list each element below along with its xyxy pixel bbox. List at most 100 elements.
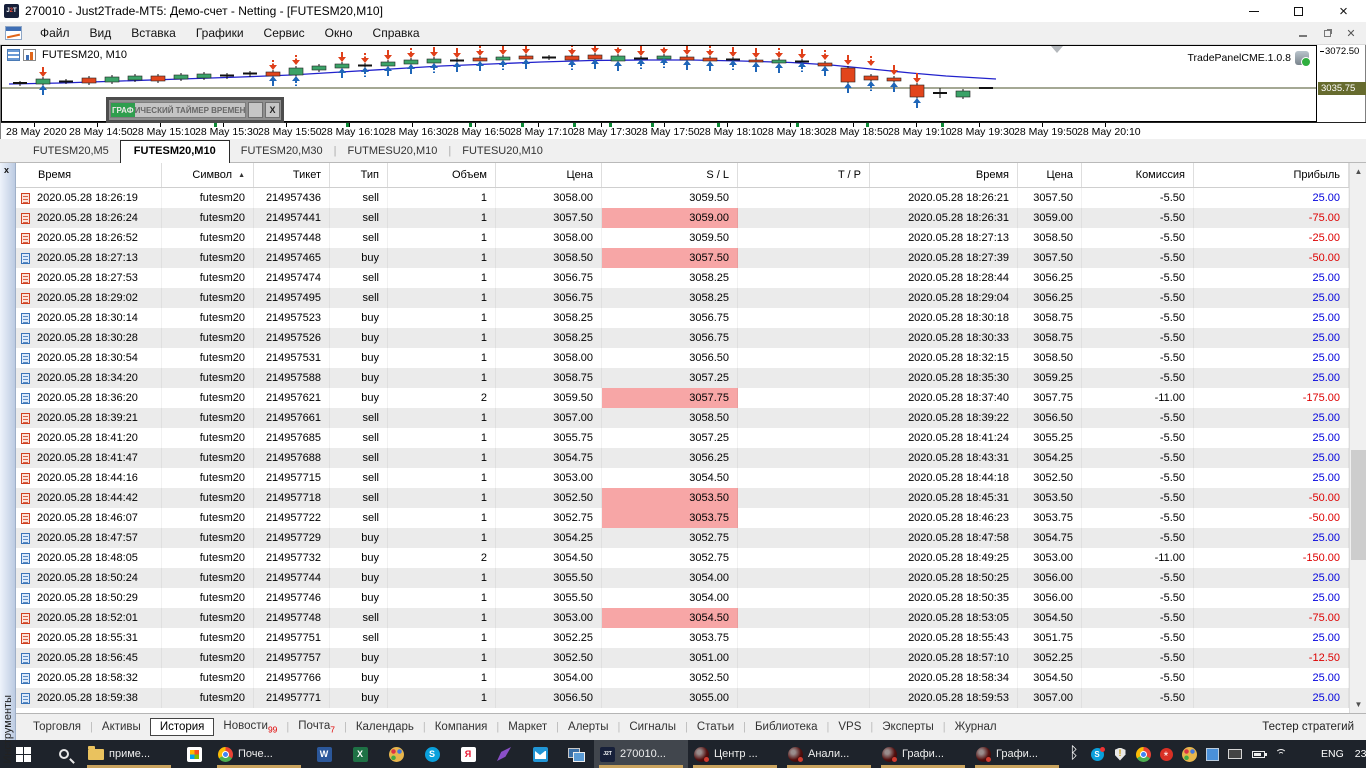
chart-area[interactable]: FUTESM20, M10 TradePanelCME.1.0.8 3072.5… <box>0 45 1366 139</box>
table-row[interactable]: 2020.05.28 18:30:28 futesm20 214957526 buy 1… <box>16 328 1349 348</box>
toolbox-close-icon[interactable]: x <box>4 166 9 175</box>
toolbox-tab-Сигналы[interactable]: Сигналы <box>620 718 685 736</box>
table-row[interactable]: 2020.05.28 18:39:21 futesm20 214957661 sell… <box>16 408 1349 428</box>
close-button[interactable]: × <box>1321 0 1366 22</box>
mdi-minimize-button[interactable] <box>1296 27 1310 39</box>
table-row[interactable]: 2020.05.28 18:46:07 futesm20 214957722 sell… <box>16 508 1349 528</box>
maximize-button[interactable] <box>1276 0 1321 22</box>
toolbox-tab-Активы[interactable]: Активы <box>93 718 150 736</box>
toolbox-tab-Статьи[interactable]: Статьи <box>688 718 743 736</box>
tray-skype-icon[interactable]: S <box>1087 740 1107 768</box>
menu-item-Вставка[interactable]: Вставка <box>121 23 186 43</box>
chart-tab-FUTESM20,M5[interactable]: FUTESM20,M5 <box>22 141 120 162</box>
taskbar-item-palette[interactable] <box>378 740 414 768</box>
menu-item-Файл[interactable]: Файл <box>30 23 80 43</box>
column-header-S / L[interactable]: S / L <box>602 163 738 187</box>
table-row[interactable]: 2020.05.28 18:48:05 futesm20 214957732 buy 2… <box>16 548 1349 568</box>
table-row[interactable]: 2020.05.28 18:34:20 futesm20 214957588 buy 1… <box>16 368 1349 388</box>
table-row[interactable]: 2020.05.28 18:55:31 futesm20 214957751 sell… <box>16 628 1349 648</box>
toolbox-tab-Алерты[interactable]: Алерты <box>559 718 617 736</box>
column-header-Комиссия[interactable]: Комиссия <box>1082 163 1194 187</box>
table-row[interactable]: 2020.05.28 18:30:14 futesm20 214957523 buy 1… <box>16 308 1349 328</box>
taskbar-item-mail[interactable] <box>522 740 558 768</box>
chart-tab-FUTESU20,M10[interactable]: FUTESU20,M10 <box>451 141 554 162</box>
table-row[interactable]: 2020.05.28 18:44:42 futesm20 214957718 sell… <box>16 488 1349 508</box>
taskbar-item-Поче...[interactable]: Поче... <box>212 740 306 768</box>
menu-item-Вид[interactable]: Вид <box>80 23 122 43</box>
tray-shield-icon[interactable] <box>1110 740 1130 768</box>
overlay-blank-button[interactable] <box>248 102 263 118</box>
toolbox-tab-Почта[interactable]: Почта7 <box>289 717 344 737</box>
scrollbar-up-icon[interactable]: ▲ <box>1350 163 1366 180</box>
toolbox-tab-История[interactable]: История <box>149 718 215 736</box>
vertical-scrollbar[interactable]: ▲ ▼ <box>1349 163 1366 713</box>
toolbox-tab-Новости[interactable]: Новости99 <box>214 717 286 737</box>
column-header-Время[interactable]: Время <box>870 163 1018 187</box>
mdi-close-button[interactable]: ✕ <box>1344 27 1358 40</box>
toolbox-tab-VPS[interactable]: VPS <box>829 718 870 736</box>
taskbar-item-yandex[interactable]: Я <box>450 740 486 768</box>
table-row[interactable]: 2020.05.28 18:50:24 futesm20 214957744 buy 1… <box>16 568 1349 588</box>
taskbar-item-Графи...[interactable]: Графи... <box>876 740 970 768</box>
column-header-Тикет[interactable]: Тикет <box>254 163 330 187</box>
toolbox-tab-Библиотека[interactable]: Библиотека <box>746 718 827 736</box>
tray-chrome-icon[interactable] <box>1133 740 1153 768</box>
column-header-Цена[interactable]: Цена <box>496 163 602 187</box>
minimize-button[interactable] <box>1231 0 1276 22</box>
chart-tab-FUTESM20,M10[interactable]: FUTESM20,M10 <box>119 140 230 163</box>
taskbar-item-Центр ...[interactable]: Центр ... <box>688 740 782 768</box>
tray-wifi-icon[interactable] <box>1271 740 1291 768</box>
taskbar-item-Графи...[interactable]: Графи... <box>970 740 1064 768</box>
clock[interactable]: 23:11 <box>1351 748 1366 760</box>
menu-item-Графики[interactable]: Графики <box>186 23 254 43</box>
tray-update-icon[interactable]: * <box>1156 740 1176 768</box>
tray-app-icon[interactable] <box>1202 740 1222 768</box>
table-row[interactable]: 2020.05.28 18:27:13 futesm20 214957465 buy 1… <box>16 248 1349 268</box>
menu-item-Окно[interactable]: Окно <box>315 23 363 43</box>
chart-timer-overlay[interactable]: ГРАФ ИЧЕСКИЙ ТАЙМЕР ВРЕМЕНИ X <box>106 97 284 123</box>
table-row[interactable]: 2020.05.28 18:36:20 futesm20 214957621 buy 2… <box>16 388 1349 408</box>
tray-bluetooth-icon[interactable]: ᛒ <box>1064 740 1084 768</box>
taskbar-item-Анали...[interactable]: Анали... <box>782 740 876 768</box>
taskbar-item-excel[interactable]: X <box>342 740 378 768</box>
tray-palette-icon[interactable] <box>1179 740 1199 768</box>
tray-volume-icon[interactable] <box>1294 740 1314 768</box>
time-axis[interactable]: 28 May 2020 28 May 14:50 28 May 15:10 28 Ma… <box>1 122 1366 139</box>
toolbox-tab-Компания[interactable]: Компания <box>426 718 497 736</box>
chart-tab-FUTMESU20,M10[interactable]: FUTMESU20,M10 <box>337 141 449 162</box>
overlay-close-button[interactable]: X <box>265 102 280 118</box>
table-row[interactable]: 2020.05.28 18:56:45 futesm20 214957757 buy 1… <box>16 648 1349 668</box>
table-row[interactable]: 2020.05.28 18:50:29 futesm20 214957746 buy 1… <box>16 588 1349 608</box>
table-row[interactable]: 2020.05.28 18:59:38 futesm20 214957771 buy 1… <box>16 688 1349 708</box>
table-row[interactable]: 2020.05.28 18:30:54 futesm20 214957531 buy 1… <box>16 348 1349 368</box>
toolbox-tab-Журнал[interactable]: Журнал <box>946 718 1006 736</box>
instruments-vertical-tab[interactable]: Инструменты <box>2 695 14 764</box>
table-row[interactable]: 2020.05.28 18:44:16 futesm20 214957715 sell… <box>16 468 1349 488</box>
trade-panel-icon[interactable] <box>1295 51 1311 67</box>
language-indicator[interactable]: ENG <box>1317 748 1348 760</box>
table-row[interactable]: 2020.05.28 18:29:02 futesm20 214957495 sell… <box>16 288 1349 308</box>
table-row[interactable]: 2020.05.28 18:41:20 futesm20 214957685 sell… <box>16 428 1349 448</box>
scrollbar-thumb[interactable] <box>1351 450 1366 560</box>
toolbox-tab-Торговля[interactable]: Торговля <box>24 718 90 736</box>
chart-tab-FUTESM20,M30[interactable]: FUTESM20,M30 <box>230 141 334 162</box>
chart-shift-triangle-icon[interactable] <box>1051 46 1063 53</box>
taskbar-item-word[interactable]: W <box>306 740 342 768</box>
taskbar-item-search[interactable] <box>46 740 82 768</box>
table-row[interactable]: 2020.05.28 18:27:53 futesm20 214957474 sell… <box>16 268 1349 288</box>
table-row[interactable]: 2020.05.28 18:41:47 futesm20 214957688 sell… <box>16 448 1349 468</box>
toolbox-tab-Маркет[interactable]: Маркет <box>499 718 556 736</box>
column-header-Тип[interactable]: Тип <box>330 163 388 187</box>
column-header-Цена[interactable]: Цена <box>1018 163 1082 187</box>
column-header-Время[interactable]: Время <box>16 163 162 187</box>
table-row[interactable]: 2020.05.28 18:26:19 futesm20 214957436 sell… <box>16 188 1349 208</box>
menu-item-Справка[interactable]: Справка <box>363 23 430 43</box>
tray-battery-icon[interactable] <box>1248 740 1268 768</box>
column-header-Прибыль[interactable]: Прибыль <box>1194 163 1349 187</box>
tray-monitor-icon[interactable] <box>1225 740 1245 768</box>
scrollbar-down-icon[interactable]: ▼ <box>1350 696 1366 713</box>
taskbar-item-skype[interactable]: S <box>414 740 450 768</box>
taskbar-item-net[interactable] <box>558 740 594 768</box>
table-row[interactable]: 2020.05.28 18:52:01 futesm20 214957748 sell… <box>16 608 1349 628</box>
mdi-restore-button[interactable] <box>1320 27 1334 39</box>
